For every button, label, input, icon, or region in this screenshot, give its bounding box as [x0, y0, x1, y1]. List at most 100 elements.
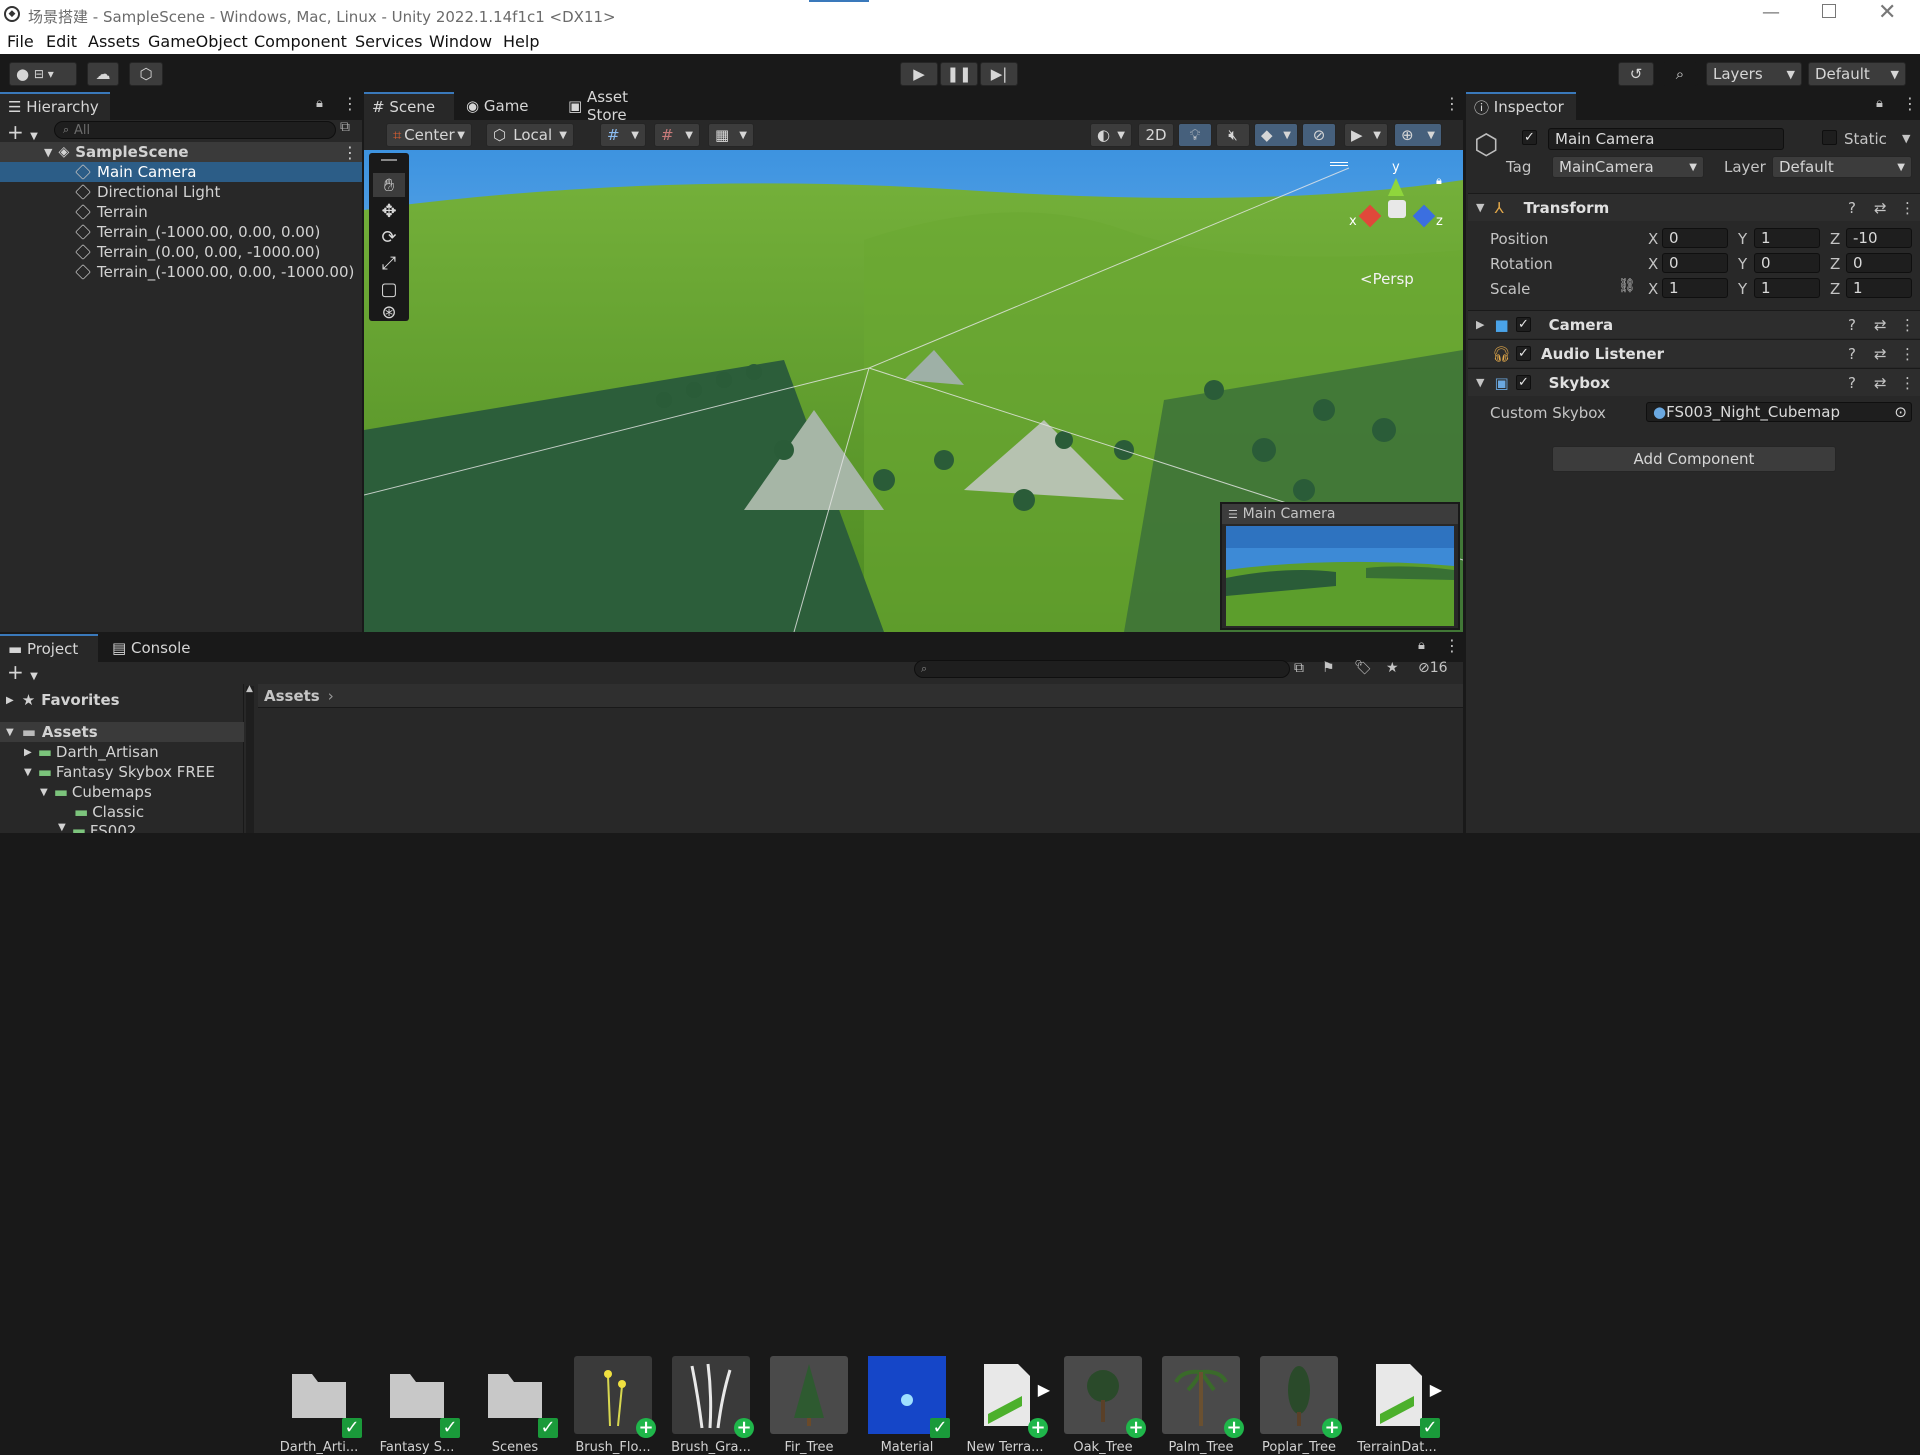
- projection-toggle[interactable]: <Persp: [1360, 270, 1414, 288]
- 2d-toggle[interactable]: 2D: [1138, 123, 1174, 147]
- preset-icon[interactable]: ⇄: [1874, 374, 1887, 392]
- search-button[interactable]: ⌕: [1662, 62, 1698, 86]
- lighting-toggle[interactable]: 💡︎: [1178, 123, 1212, 147]
- asset-item[interactable]: + Poplar_Tree: [1254, 1356, 1344, 1455]
- orientation-gizmo[interactable]: y x z 🔒︎: [1344, 156, 1454, 256]
- breadcrumb-assets[interactable]: Assets: [264, 687, 320, 705]
- search-scope-icon[interactable]: ⧉: [340, 119, 350, 135]
- close-icon[interactable]: ✕: [1878, 0, 1896, 25]
- layer-dropdown[interactable]: Default ▼: [1772, 156, 1912, 178]
- scale-x-field[interactable]: 1: [1662, 278, 1728, 298]
- collab-button[interactable]: ⬡: [129, 62, 163, 86]
- lock-icon[interactable]: 🔒︎: [1876, 96, 1883, 111]
- asset-item[interactable]: + Brush_Gra...: [666, 1356, 756, 1455]
- position-x-field[interactable]: 0: [1662, 228, 1728, 248]
- audio-toggle[interactable]: 🔇︎: [1216, 123, 1250, 147]
- tab-hierarchy[interactable]: ☰ Hierarchy: [0, 92, 110, 120]
- tab-scene[interactable]: # Scene: [364, 92, 454, 120]
- scroll-up-icon[interactable]: ▲: [246, 684, 253, 694]
- active-checkbox[interactable]: ✓: [1522, 130, 1537, 145]
- static-checkbox[interactable]: [1822, 130, 1837, 145]
- asset-item[interactable]: ✓ Fantasy S...: [372, 1356, 462, 1455]
- asset-item[interactable]: + Palm_Tree: [1156, 1356, 1246, 1455]
- preset-icon[interactable]: ⇄: [1874, 199, 1887, 217]
- tree-item[interactable]: ▬ Classic: [0, 802, 244, 822]
- space-dropdown[interactable]: ⬡ Local ▼: [486, 123, 574, 147]
- transform-header[interactable]: ▼ ⅄ Transform ? ⇄ ⋮: [1468, 193, 1920, 221]
- position-y-field[interactable]: 1: [1754, 228, 1820, 248]
- add-object-button[interactable]: + ▼: [7, 120, 38, 144]
- more-icon[interactable]: ⋮: [1444, 636, 1460, 655]
- tab-console[interactable]: ▤ Console: [104, 634, 204, 662]
- hand-tool-icon[interactable]: ✋︎: [373, 173, 405, 197]
- help-icon[interactable]: ?: [1848, 316, 1856, 334]
- asset-item[interactable]: Fir_Tree: [764, 1356, 854, 1455]
- menu-component[interactable]: Component: [254, 32, 347, 51]
- gizmo-z-cone[interactable]: [1412, 204, 1436, 228]
- preset-icon[interactable]: ⇄: [1874, 345, 1887, 363]
- lock-icon[interactable]: 🔒︎: [1418, 638, 1425, 653]
- minimize-icon[interactable]: —: [1762, 2, 1780, 23]
- tree-item[interactable]: ▼ ▬ FS002: [0, 822, 244, 833]
- tree-item[interactable]: ▼ ▬ Fantasy Skybox FREE: [0, 762, 244, 782]
- help-icon[interactable]: ?: [1848, 374, 1856, 392]
- step-button[interactable]: ▶|: [980, 62, 1018, 86]
- camera-settings-button[interactable]: ▶ ▼: [1344, 123, 1388, 147]
- camera-component-header[interactable]: ▶ ■ ✓ Camera ? ⇄ ⋮: [1468, 310, 1920, 338]
- asset-item[interactable]: ✓ Scenes: [470, 1356, 560, 1455]
- asset-item[interactable]: ▶ ✓ TerrainDat...: [1352, 1356, 1442, 1455]
- grid-visibility-button[interactable]: ▦ ▼: [708, 123, 754, 147]
- component-menu-icon[interactable]: ⋮: [1900, 345, 1915, 363]
- scene-viewport[interactable]: ✋︎ ✥ ⟳ ⤢ ▢ ⊛ y x z 🔒︎ <Persp ☰ Main Came…: [364, 150, 1463, 632]
- rotation-z-field[interactable]: 0: [1846, 253, 1912, 273]
- gizmo-y-cone[interactable]: [1388, 178, 1404, 196]
- constrain-proportions-icon[interactable]: ⛓︎: [1618, 278, 1636, 294]
- skybox-header[interactable]: ▼ ▣ ✓ Skybox ? ⇄ ⋮: [1468, 368, 1920, 396]
- tree-assets[interactable]: ▼ ▬ Assets: [0, 722, 244, 742]
- component-menu-icon[interactable]: ⋮: [1900, 199, 1915, 217]
- asset-item[interactable]: + Oak_Tree: [1058, 1356, 1148, 1455]
- menu-window[interactable]: Window: [429, 32, 492, 51]
- cloud-button[interactable]: ☁: [87, 62, 119, 86]
- gizmo-lock-icon[interactable]: 🔒︎: [1436, 174, 1442, 188]
- filter-by-label-icon[interactable]: 🏷︎: [1354, 660, 1372, 676]
- play-button[interactable]: ▶: [900, 62, 938, 86]
- hierarchy-item[interactable]: Terrain_(-1000.00, 0.00, -1000.00): [0, 262, 362, 282]
- tab-inspector[interactable]: ⓘ Inspector: [1466, 92, 1576, 120]
- camera-enabled-checkbox[interactable]: ✓: [1516, 317, 1531, 332]
- component-menu-icon[interactable]: ⋮: [1900, 316, 1915, 334]
- menu-help[interactable]: Help: [503, 32, 539, 51]
- menu-assets[interactable]: Assets: [88, 32, 140, 51]
- tab-game[interactable]: ◉ Game: [458, 92, 538, 120]
- scene-row[interactable]: ▼ ◈ SampleScene ⋮: [0, 142, 362, 162]
- skybox-enabled-checkbox[interactable]: ✓: [1516, 375, 1531, 390]
- preset-icon[interactable]: ⇄: [1874, 316, 1887, 334]
- tree-item[interactable]: ▶ ▬ Darth_Artisan: [0, 742, 244, 762]
- scene-menu-icon[interactable]: ⋮: [342, 143, 358, 162]
- pivot-dropdown[interactable]: ⌗ Center ▼: [386, 123, 472, 147]
- grid-snap-button[interactable]: # ▼: [600, 123, 646, 147]
- position-z-field[interactable]: -10: [1846, 228, 1912, 248]
- layers-dropdown[interactable]: Layers ▼: [1706, 62, 1802, 86]
- hierarchy-item[interactable]: Main Camera: [0, 162, 362, 182]
- menu-edit[interactable]: Edit: [46, 32, 77, 51]
- gizmo-menu-handle[interactable]: [1330, 162, 1348, 166]
- rect-tool-icon[interactable]: ▢: [373, 277, 405, 301]
- palette-drag-handle[interactable]: [381, 159, 397, 161]
- asset-item[interactable]: + Brush_Flo...: [568, 1356, 658, 1455]
- hierarchy-item[interactable]: Terrain_(-1000.00, 0.00, 0.00): [0, 222, 362, 242]
- hierarchy-item[interactable]: Terrain: [0, 202, 362, 222]
- undo-history-button[interactable]: ↺: [1618, 62, 1654, 86]
- project-search-input[interactable]: ⌕: [914, 660, 1290, 678]
- scale-tool-icon[interactable]: ⤢: [373, 251, 405, 275]
- hidden-objects-toggle[interactable]: ⊘: [1302, 123, 1336, 147]
- more-icon[interactable]: ⋮: [1902, 94, 1918, 113]
- asset-item[interactable]: ✓ Darth_Arti...: [274, 1356, 364, 1455]
- effects-toggle[interactable]: ◆ ▼: [1254, 123, 1298, 147]
- pause-button[interactable]: ❚❚: [940, 62, 978, 86]
- tab-asset-store[interactable]: ▣ Asset Store: [560, 88, 680, 124]
- hidden-packages-toggle[interactable]: ⊘16: [1418, 660, 1448, 676]
- gizmo-center-cube[interactable]: [1388, 200, 1406, 218]
- draw-mode-button[interactable]: ◐ ▼: [1090, 123, 1132, 147]
- increment-snap-button[interactable]: # ▼: [654, 123, 700, 147]
